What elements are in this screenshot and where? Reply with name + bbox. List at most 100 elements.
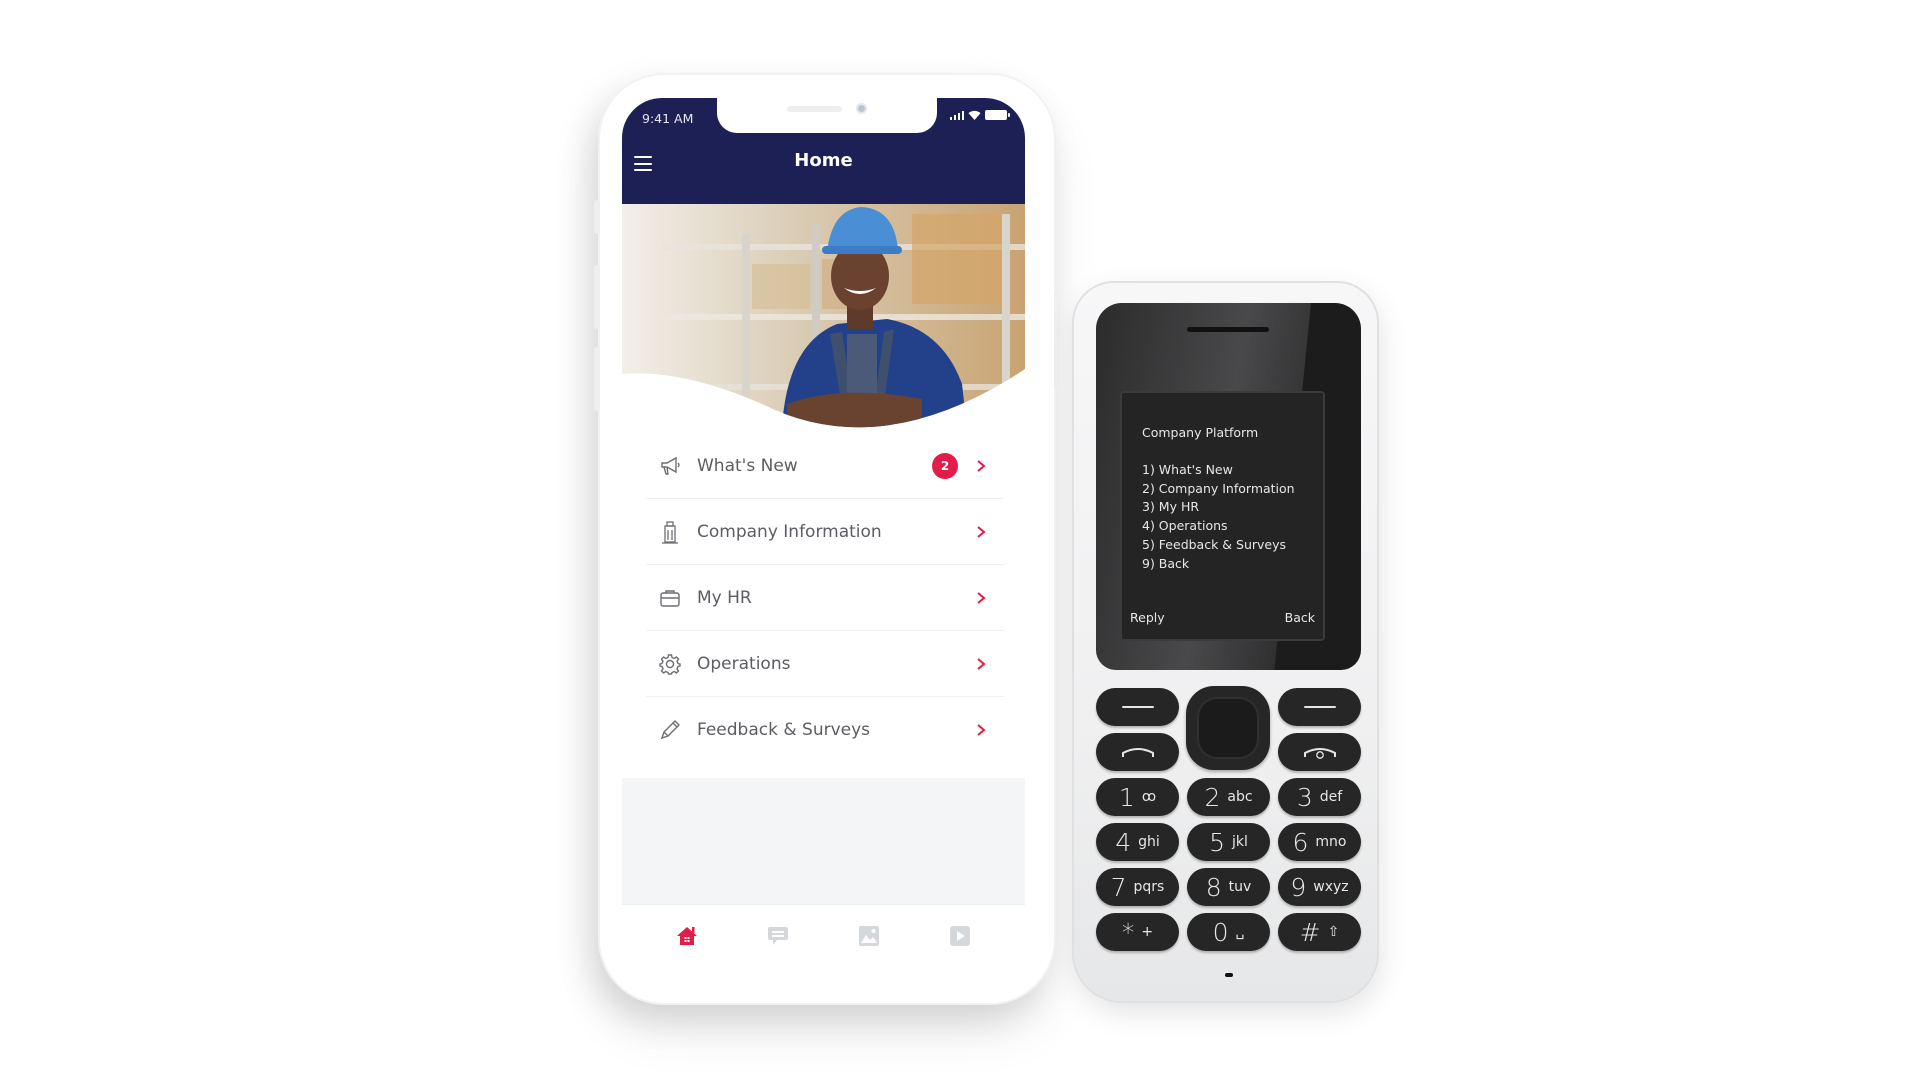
ussd-option: 1) What's New (1142, 462, 1233, 477)
battery-icon (985, 110, 1010, 120)
status-icons (949, 110, 1010, 120)
wifi-icon (968, 110, 981, 120)
key-number: 0 (1212, 917, 1229, 947)
call-key[interactable] (1096, 733, 1179, 771)
power-icon (1303, 748, 1336, 759)
key-letters: ghi (1138, 834, 1160, 850)
space-icon: ␣ (1235, 924, 1245, 940)
tab-gallery[interactable] (854, 921, 884, 951)
image-icon (858, 926, 879, 946)
select-key[interactable] (1197, 697, 1259, 759)
menu-item-operations[interactable]: Operations (646, 631, 1004, 697)
soft-key-line (1121, 706, 1154, 708)
shift-icon: ⇧ (1327, 924, 1340, 940)
key-number: 7 (1110, 872, 1127, 902)
chevron-right-icon (977, 657, 986, 670)
key-7[interactable]: 7 pqrs (1096, 868, 1179, 906)
key-number: 6 (1292, 827, 1309, 857)
key-3[interactable]: 3 def (1278, 778, 1361, 816)
main-menu: What's New 2 Company Information My HR O… (646, 433, 1004, 763)
key-star[interactable]: * + (1096, 913, 1179, 951)
microphone (1225, 973, 1233, 977)
key-6[interactable]: 6 mno (1278, 823, 1361, 861)
soft-key-reply[interactable]: Reply (1130, 610, 1165, 625)
ussd-option: 4) Operations (1142, 518, 1228, 534)
home-icon (677, 927, 698, 945)
soft-key-line (1303, 706, 1336, 708)
key-letters: abc (1227, 789, 1253, 805)
key-number: 9 (1290, 872, 1307, 902)
tab-messages[interactable] (763, 921, 793, 951)
key-number: 2 (1204, 782, 1221, 812)
building-icon (658, 520, 682, 544)
worker-photo (622, 204, 1025, 428)
menu-item-label: Feedback & Surveys (697, 720, 871, 740)
app-header: 9:41 AM Home (622, 98, 1025, 204)
ussd-menu-display: Company Platform 1) What's New 2) Compan… (1120, 391, 1325, 641)
chevron-right-icon (977, 724, 986, 736)
menu-item-label: Company Information (697, 521, 882, 542)
phone-screen: 9:41 AM Home What's New 2 Company Inform… (622, 98, 1025, 980)
key-letters: tuv (1228, 879, 1252, 895)
megaphone-icon (658, 454, 682, 478)
key-2[interactable]: 2 abc (1187, 778, 1270, 816)
ussd-option: 3) My HR (1142, 499, 1200, 515)
signal-icon (949, 110, 964, 120)
menu-item-company-information[interactable]: Company Information (646, 499, 1004, 565)
key-9[interactable]: 9 wxyz (1278, 868, 1361, 906)
menu-item-my-hr[interactable]: My HR (646, 565, 1004, 631)
smartphone: 9:41 AM Home What's New 2 Company Inform… (594, 75, 1060, 1003)
gear-icon (658, 652, 682, 676)
key-letters: mno (1315, 834, 1347, 850)
page-title: Home (794, 150, 853, 171)
ussd-options: 1) What's New 2) Company Information 3) … (1142, 461, 1295, 573)
voicemail-icon: ꝏ (1141, 789, 1157, 805)
key-letters: jkl (1232, 834, 1248, 850)
menu-item-label: My HR (697, 587, 752, 608)
ussd-option: 9) Back (1142, 555, 1190, 571)
ussd-title: Company Platform (1142, 425, 1259, 440)
key-number: * (1121, 917, 1135, 947)
key-0[interactable]: 0 ␣ (1187, 913, 1270, 951)
status-time: 9:41 AM (642, 111, 694, 126)
key-number: 4 (1115, 827, 1132, 857)
chevron-right-icon (977, 525, 986, 538)
key-1[interactable]: 1 ꝏ (1096, 778, 1179, 816)
mute-switch (594, 200, 600, 234)
notch (717, 98, 937, 133)
ussd-option: 5) Feedback & Surveys (1142, 536, 1287, 552)
briefcase-icon (658, 586, 682, 610)
pencil-icon (658, 718, 682, 742)
front-camera (856, 103, 867, 114)
feature-phone: Company Platform 1) What's New 2) Compan… (1074, 283, 1377, 1001)
key-number: 5 (1209, 827, 1225, 857)
menu-item-feedback-surveys[interactable]: Feedback & Surveys (646, 697, 1004, 763)
left-soft-key[interactable] (1096, 688, 1179, 726)
ussd-option: 2) Company Information (1142, 480, 1295, 496)
key-5[interactable]: 5 jkl (1187, 823, 1270, 861)
navigation-dpad[interactable] (1186, 686, 1270, 770)
key-letters: wxyz (1313, 879, 1349, 895)
right-soft-key[interactable] (1278, 688, 1361, 726)
menu-item-label: Operations (697, 653, 791, 674)
key-number: 3 (1296, 782, 1313, 812)
chevron-right-icon (977, 459, 986, 472)
speaker-grille (787, 106, 842, 112)
end-power-key[interactable] (1278, 733, 1361, 771)
empty-content-area (622, 778, 1025, 905)
key-letters: + (1141, 924, 1154, 940)
key-number: # (1299, 917, 1321, 947)
key-number: 1 (1118, 782, 1135, 812)
earpiece (1187, 327, 1269, 332)
tab-videos[interactable] (945, 921, 975, 951)
key-letters: def (1319, 789, 1343, 805)
key-hash[interactable]: # ⇧ (1278, 913, 1361, 951)
tab-home[interactable] (672, 921, 702, 951)
power-button (1054, 290, 1060, 388)
soft-key-back[interactable]: Back (1285, 610, 1315, 625)
key-letters: pqrs (1133, 879, 1165, 895)
key-8[interactable]: 8 tuv (1187, 868, 1270, 906)
menu-item-whats-new[interactable]: What's New 2 (646, 433, 1004, 499)
key-4[interactable]: 4 ghi (1096, 823, 1179, 861)
volume-up-button (594, 265, 600, 329)
